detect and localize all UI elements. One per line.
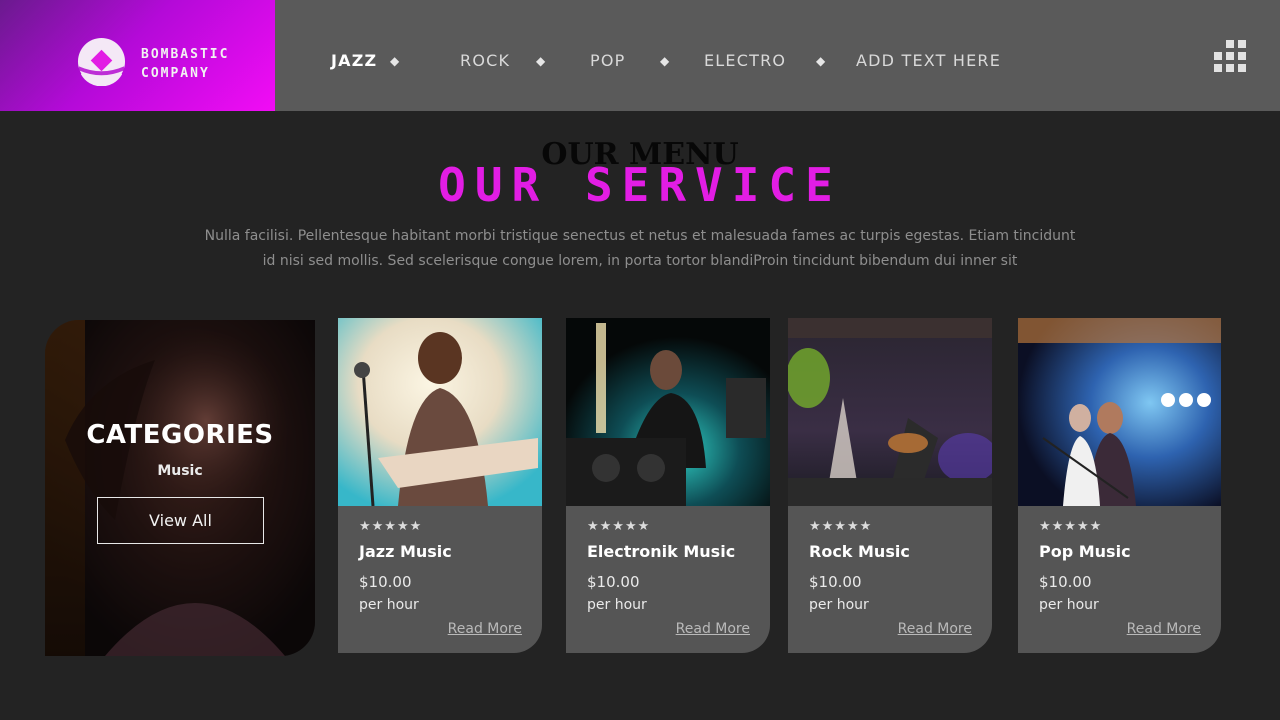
diamond-separator-icon: ◆: [660, 54, 670, 68]
rating-stars: ★★★★★: [587, 519, 651, 534]
section-description: Nulla facilisi. Pellentesque habitant mo…: [200, 224, 1080, 274]
rating-stars: ★★★★★: [359, 519, 423, 534]
dj-mixing-image: [566, 318, 770, 506]
service-card-jazz[interactable]: ★★★★★ Jazz Music $10.00 per hour Read Mo…: [338, 318, 542, 653]
service-card-pop[interactable]: ★★★★★ Pop Music $10.00 per hour Read Mor…: [1018, 318, 1221, 653]
card-title: Rock Music: [809, 542, 910, 561]
service-card-rock[interactable]: ★★★★★ Rock Music $10.00 per hour Read Mo…: [788, 318, 992, 653]
diamond-separator-icon: ◆: [816, 54, 826, 68]
nav-item-add-text[interactable]: ADD TEXT HERE: [856, 51, 1001, 70]
top-navbar: BOMBASTIC COMPANY JAZZ ◆ ROCK ◆ POP ◆ EL…: [0, 0, 1280, 111]
categories-title: CATEGORIES: [86, 420, 274, 450]
read-more-link[interactable]: Read More: [448, 621, 522, 637]
card-title: Jazz Music: [359, 542, 452, 561]
description-line: id nisi sed mollis. Sed scelerisque cong…: [262, 253, 1018, 269]
image-overlay: [45, 320, 315, 656]
pop-singer-stage-image: [1018, 318, 1221, 506]
card-price: $10.00: [809, 573, 862, 591]
nav-item-jazz[interactable]: JAZZ: [331, 51, 377, 70]
card-price: $10.00: [359, 573, 412, 591]
card-price-unit: per hour: [359, 597, 419, 613]
section-title: OUR SERVICE: [438, 158, 842, 212]
rock-band-stage-image: [788, 318, 992, 506]
nav-item-rock[interactable]: ROCK: [460, 51, 510, 70]
card-price: $10.00: [587, 573, 640, 591]
brand-name: BOMBASTIC COMPANY: [141, 45, 229, 83]
nav-item-pop[interactable]: POP: [590, 51, 626, 70]
nav-item-electro[interactable]: ELECTRO: [704, 51, 786, 70]
brand-name-line2: COMPANY: [141, 66, 210, 81]
rating-stars: ★★★★★: [809, 519, 873, 534]
card-price-unit: per hour: [1039, 597, 1099, 613]
jazz-guitarist-image: [338, 318, 542, 506]
card-price-unit: per hour: [809, 597, 869, 613]
grid-menu-icon[interactable]: [1214, 40, 1246, 72]
view-all-button[interactable]: View All: [97, 497, 264, 544]
rating-stars: ★★★★★: [1039, 519, 1103, 534]
categories-subtitle: Music: [157, 463, 203, 479]
categories-card: CATEGORIES Music View All: [45, 320, 315, 656]
description-line: Nulla facilisi. Pellentesque habitant mo…: [204, 228, 1076, 244]
read-more-link[interactable]: Read More: [1127, 621, 1201, 637]
card-price-unit: per hour: [587, 597, 647, 613]
brand-name-line1: BOMBASTIC: [141, 47, 230, 62]
card-title: Pop Music: [1039, 542, 1131, 561]
brand-logo-icon: [77, 37, 126, 86]
read-more-link[interactable]: Read More: [676, 621, 750, 637]
card-title: Electronik Music: [587, 542, 736, 561]
read-more-link[interactable]: Read More: [898, 621, 972, 637]
diamond-separator-icon: ◆: [536, 54, 546, 68]
card-price: $10.00: [1039, 573, 1092, 591]
service-card-electronik[interactable]: ★★★★★ Electronik Music $10.00 per hour R…: [566, 318, 770, 653]
diamond-separator-icon: ◆: [390, 54, 400, 68]
brand-logo-panel[interactable]: BOMBASTIC COMPANY: [0, 0, 275, 111]
